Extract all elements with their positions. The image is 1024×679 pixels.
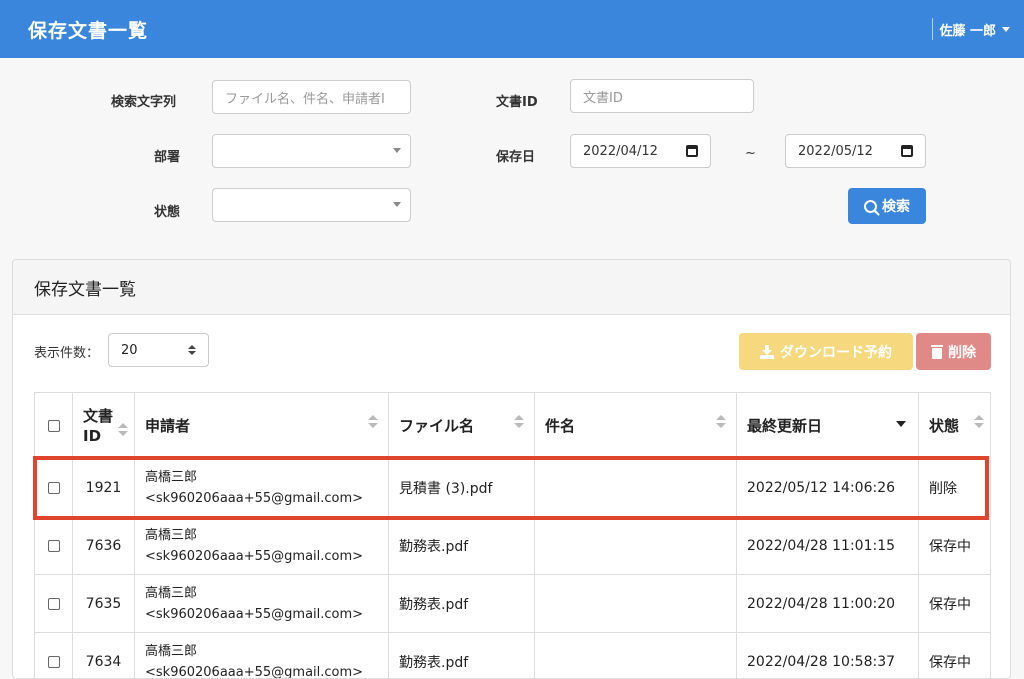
cell-subject [535,575,737,633]
column-header-docid[interactable]: 文書ID [73,393,135,459]
date-range-separator: ~ [745,146,756,161]
sort-icon [716,415,726,428]
cell-subject [535,459,737,517]
pagesize-select[interactable]: 20 [108,333,209,367]
date-label: 保存日 [496,146,535,165]
cell-updated: 2022/04/28 10:58:37 [737,633,919,679]
applicant-name: 高橋三郎 [145,583,378,604]
date-to-value: 2022/05/12 [798,144,873,159]
cell-updated: 2022/05/12 14:06:26 [737,459,919,517]
cell-filename: 勤務表.pdf [389,517,535,575]
cell-updated: 2022/04/28 11:01:15 [737,517,919,575]
trash-icon [931,345,943,359]
column-header-updated[interactable]: 最終更新日 [737,393,919,459]
cell-applicant: 高橋三郎<sk960206aaa+55@gmail.com> [135,459,389,517]
select-all-checkbox-cell [35,393,73,459]
cell-status: 保存中 [919,517,991,575]
search-icon [864,200,877,213]
search-form: 検索文字列 ファイル名、件名、申請者I 文書ID 文書ID 部署 保存日 202… [0,58,1024,258]
cell-docid: 7636 [73,517,135,575]
applicant-name: 高橋三郎 [145,525,378,546]
row-checkbox-cell [35,459,73,517]
cell-subject [535,517,737,575]
download-icon [760,345,774,359]
cell-updated: 2022/04/28 11:00:20 [737,575,919,633]
row-checkbox-cell [35,633,73,679]
status-select[interactable] [212,188,411,222]
cell-docid: 1921 [73,459,135,517]
download-button-label: ダウンロード予約 [780,342,892,362]
top-navbar: 保存文書一覧 佐藤 一郎 [0,0,1024,58]
sort-icon [118,423,128,436]
cell-docid: 7635 [73,575,135,633]
download-reserve-button[interactable]: ダウンロード予約 [739,333,913,370]
documents-table: 文書ID 申請者 ファイル名 件名 最終更新日 状態 1921 高橋三郎<sk9… [34,392,991,679]
cell-filename: 勤務表.pdf [389,633,535,679]
docid-input[interactable]: 文書ID [570,79,754,113]
search-button-label: 検索 [882,196,910,216]
applicant-email: <sk960206aaa+55@gmail.com> [145,662,378,679]
column-header-status[interactable]: 状態 [919,393,991,459]
applicant-name: 高橋三郎 [145,467,378,488]
documents-panel: 保存文書一覧 表示件数： 20 ダウンロード予約 削除 文書ID 申請者 ファイ… [12,259,1011,679]
delete-button[interactable]: 削除 [916,333,991,370]
select-all-checkbox[interactable] [48,420,60,432]
sort-updown-icon [188,345,196,355]
user-name: 佐藤 一郎 [939,20,996,39]
cell-applicant: 高橋三郎<sk960206aaa+55@gmail.com> [135,633,389,679]
row-checkbox-cell [35,517,73,575]
sort-icon [514,415,524,428]
pagesize-value: 20 [121,343,138,358]
calendar-icon[interactable] [901,145,913,157]
row-checkbox[interactable] [48,540,60,552]
panel-title: 保存文書一覧 [13,260,1010,315]
row-checkbox[interactable] [48,482,60,494]
search-button[interactable]: 検索 [848,188,926,224]
dept-select[interactable] [212,134,411,168]
applicant-email: <sk960206aaa+55@gmail.com> [145,488,378,509]
pagesize-label: 表示件数： [34,342,99,361]
user-menu[interactable]: 佐藤 一郎 [932,18,1010,40]
app-title[interactable]: 保存文書一覧 [28,16,148,43]
calendar-icon[interactable] [686,145,698,157]
cell-status: 保存中 [919,633,991,679]
sort-icon [368,415,378,428]
date-to-input[interactable]: 2022/05/12 [785,134,926,168]
row-checkbox-cell [35,575,73,633]
applicant-name: 高橋三郎 [145,641,378,662]
column-header-filename[interactable]: ファイル名 [389,393,535,459]
cell-status: 保存中 [919,575,991,633]
cell-subject [535,633,737,679]
status-label: 状態 [154,201,180,220]
date-from-input[interactable]: 2022/04/12 [570,134,711,168]
sort-icon [974,415,984,428]
keyword-label: 検索文字列 [111,91,176,110]
applicant-email: <sk960206aaa+55@gmail.com> [145,546,378,567]
keyword-input[interactable]: ファイル名、件名、申請者I [212,80,411,114]
cell-docid: 7634 [73,633,135,679]
row-checkbox[interactable] [48,598,60,610]
dept-label: 部署 [154,146,180,165]
sort-desc-icon [896,421,906,427]
column-header-applicant[interactable]: 申請者 [135,393,389,459]
chevron-down-icon [393,148,401,153]
cell-applicant: 高橋三郎<sk960206aaa+55@gmail.com> [135,575,389,633]
chevron-down-icon [393,202,401,207]
table-row[interactable]: 1921 高橋三郎<sk960206aaa+55@gmail.com> 見積書 … [35,459,991,517]
table-row[interactable]: 7635 高橋三郎<sk960206aaa+55@gmail.com> 勤務表.… [35,575,991,633]
cell-filename: 勤務表.pdf [389,575,535,633]
docid-label: 文書ID [496,91,538,110]
table-header-row: 文書ID 申請者 ファイル名 件名 最終更新日 状態 [35,393,991,459]
date-from-value: 2022/04/12 [583,144,658,159]
caret-down-icon [1002,27,1010,32]
applicant-email: <sk960206aaa+55@gmail.com> [145,604,378,625]
delete-button-label: 削除 [948,342,976,362]
cell-applicant: 高橋三郎<sk960206aaa+55@gmail.com> [135,517,389,575]
table-row[interactable]: 7634 高橋三郎<sk960206aaa+55@gmail.com> 勤務表.… [35,633,991,679]
cell-status: 削除 [919,459,991,517]
column-header-subject[interactable]: 件名 [535,393,737,459]
cell-filename: 見積書 (3).pdf [389,459,535,517]
table-row[interactable]: 7636 高橋三郎<sk960206aaa+55@gmail.com> 勤務表.… [35,517,991,575]
